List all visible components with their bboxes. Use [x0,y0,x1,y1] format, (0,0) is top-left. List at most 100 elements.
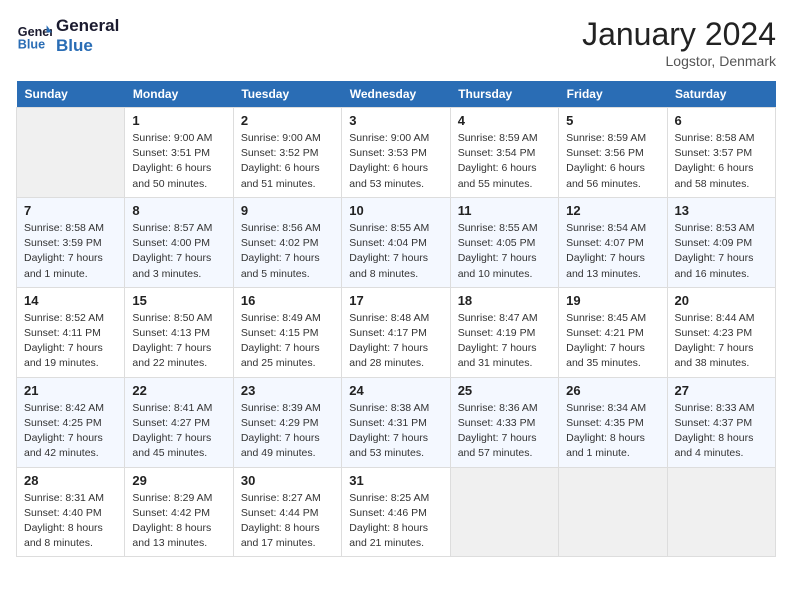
daylight-label: Daylight: 8 hours and 8 minutes. [24,522,103,549]
daylight-label: Daylight: 6 hours and 58 minutes. [675,162,754,189]
weekday-header: Friday [559,81,667,108]
calendar-cell: 8Sunrise: 8:57 AMSunset: 4:00 PMDaylight… [125,197,233,287]
day-number: 29 [132,473,225,488]
calendar-cell: 6Sunrise: 8:58 AMSunset: 3:57 PMDaylight… [667,108,775,198]
day-number: 14 [24,293,117,308]
sunset-label: Sunset: 4:44 PM [241,507,319,519]
calendar-cell: 17Sunrise: 8:48 AMSunset: 4:17 PMDayligh… [342,287,450,377]
day-number: 24 [349,383,442,398]
day-info: Sunrise: 8:34 AMSunset: 4:35 PMDaylight:… [566,401,659,462]
calendar-cell: 12Sunrise: 8:54 AMSunset: 4:07 PMDayligh… [559,197,667,287]
day-info: Sunrise: 8:42 AMSunset: 4:25 PMDaylight:… [24,401,117,462]
daylight-label: Daylight: 7 hours and 35 minutes. [566,342,645,369]
day-number: 28 [24,473,117,488]
calendar-cell: 2Sunrise: 9:00 AMSunset: 3:52 PMDaylight… [233,108,341,198]
sunrise-label: Sunrise: 8:56 AM [241,222,321,234]
svg-text:Blue: Blue [18,37,45,51]
day-info: Sunrise: 8:59 AMSunset: 3:54 PMDaylight:… [458,131,551,192]
sunset-label: Sunset: 4:21 PM [566,327,644,339]
sunrise-label: Sunrise: 8:42 AM [24,402,104,414]
daylight-label: Daylight: 7 hours and 16 minutes. [675,252,754,279]
logo: General Blue General Blue [16,16,119,55]
sunset-label: Sunset: 3:56 PM [566,147,644,159]
day-number: 21 [24,383,117,398]
day-info: Sunrise: 8:53 AMSunset: 4:09 PMDaylight:… [675,221,768,282]
day-number: 5 [566,113,659,128]
weekday-header: Sunday [17,81,125,108]
sunrise-label: Sunrise: 9:00 AM [132,132,212,144]
sunset-label: Sunset: 3:51 PM [132,147,210,159]
calendar-cell: 16Sunrise: 8:49 AMSunset: 4:15 PMDayligh… [233,287,341,377]
calendar-cell [667,467,775,557]
calendar-cell: 25Sunrise: 8:36 AMSunset: 4:33 PMDayligh… [450,377,558,467]
calendar-week: 28 Sunrise: 8:31 AMSunset: 4:40 PMDayligh… [17,467,776,557]
day-number: 25 [458,383,551,398]
calendar-cell: 7Sunrise: 8:58 AMSunset: 3:59 PMDaylight… [17,197,125,287]
day-info: Sunrise: 9:00 AM Sunset: 3:51 PM Daylight:… [132,131,225,192]
calendar-cell: 14Sunrise: 8:52 AMSunset: 4:11 PMDayligh… [17,287,125,377]
calendar-week: 7Sunrise: 8:58 AMSunset: 3:59 PMDaylight… [17,197,776,287]
calendar-cell: 22Sunrise: 8:41 AMSunset: 4:27 PMDayligh… [125,377,233,467]
daylight-label: Daylight: 7 hours and 22 minutes. [132,342,211,369]
calendar-cell: 26 Sunrise: 8:34 AMSunset: 4:35 PMDayligh… [559,377,667,467]
sunrise-label: Sunrise: 8:38 AM [349,402,429,414]
day-info: Sunrise: 8:25 AMSunset: 4:46 PMDaylight:… [349,491,442,552]
day-number: 12 [566,203,659,218]
day-info: Sunrise: 8:50 AM Sunset: 4:13 PM Daylight:… [132,311,225,372]
sunset-label: Sunset: 4:46 PM [349,507,427,519]
day-number: 1 [132,113,225,128]
sunrise-label: Sunrise: 8:59 AM [458,132,538,144]
sunrise-label: Sunrise: 8:50 AM [132,312,212,324]
day-number: 3 [349,113,442,128]
daylight-label: Daylight: 7 hours and 57 minutes. [458,432,537,459]
sunset-label: Sunset: 4:04 PM [349,237,427,249]
sunset-label: Sunset: 3:54 PM [458,147,536,159]
sunset-label: Sunset: 4:33 PM [458,417,536,429]
sunset-label: Sunset: 4:37 PM [675,417,753,429]
daylight-label: Daylight: 8 hours and 4 minutes. [675,432,754,459]
daylight-label: Daylight: 8 hours and 17 minutes. [241,522,320,549]
calendar-cell: 30Sunrise: 8:27 AMSunset: 4:44 PMDayligh… [233,467,341,557]
sunset-label: Sunset: 4:25 PM [24,417,102,429]
day-info: Sunrise: 8:27 AMSunset: 4:44 PMDaylight:… [241,491,334,552]
daylight-label: Daylight: 7 hours and 5 minutes. [241,252,320,279]
day-info: Sunrise: 8:59 AMSunset: 3:56 PMDaylight:… [566,131,659,192]
day-number: 9 [241,203,334,218]
sunrise-label: Sunrise: 8:58 AM [675,132,755,144]
calendar-cell: 15Sunrise: 8:50 AMSunset: 4:13 PMDayligh… [125,287,233,377]
sunset-label: Sunset: 4:11 PM [24,327,101,339]
sunrise-label: Sunrise: 9:00 AM [349,132,429,144]
weekday-header: Tuesday [233,81,341,108]
calendar-cell [450,467,558,557]
sunrise-label: Sunrise: 8:33 AM [675,402,755,414]
daylight-label: Daylight: 7 hours and 38 minutes. [675,342,754,369]
day-info: Sunrise: 9:00 AMSunset: 3:53 PMDaylight:… [349,131,442,192]
sunset-label: Sunset: 4:05 PM [458,237,536,249]
daylight-label: Daylight: 7 hours and 8 minutes. [349,252,428,279]
sunset-label: Sunset: 4:13 PM [132,327,210,339]
day-info: Sunrise: 8:31 AMSunset: 4:40 PMDaylight:… [24,491,117,552]
sunset-label: Sunset: 4:29 PM [241,417,319,429]
day-number: 4 [458,113,551,128]
day-number: 11 [458,203,551,218]
sunset-label: Sunset: 4:07 PM [566,237,644,249]
daylight-label: Daylight: 6 hours and 50 minutes. [132,162,211,189]
daylight-label: Daylight: 7 hours and 10 minutes. [458,252,537,279]
sunrise-label: Sunrise: 8:55 AM [349,222,429,234]
sunrise-label: Sunrise: 8:55 AM [458,222,538,234]
calendar-cell: 11 Sunrise: 8:55 AM Sunset: 4:05 PM Dayligh… [450,197,558,287]
day-number: 27 [675,383,768,398]
sunrise-label: Sunrise: 8:29 AM [132,492,212,504]
sunrise-label: Sunrise: 8:48 AM [349,312,429,324]
daylight-label: Daylight: 8 hours and 13 minutes. [132,522,211,549]
day-info: Sunrise: 8:58 AMSunset: 3:59 PMDaylight:… [24,221,117,282]
day-number: 26 [566,383,659,398]
sunset-label: Sunset: 4:27 PM [132,417,210,429]
day-number: 13 [675,203,768,218]
sunrise-label: Sunrise: 9:00 AM [241,132,321,144]
daylight-label: Daylight: 7 hours and 19 minutes. [24,342,103,369]
sunset-label: Sunset: 4:35 PM [566,417,644,429]
calendar-cell: 3 Sunrise: 9:00 AMSunset: 3:53 PMDaylight… [342,108,450,198]
sunrise-label: Sunrise: 8:31 AM [24,492,104,504]
day-info: Sunrise: 8:39 AMSunset: 4:29 PMDaylight:… [241,401,334,462]
